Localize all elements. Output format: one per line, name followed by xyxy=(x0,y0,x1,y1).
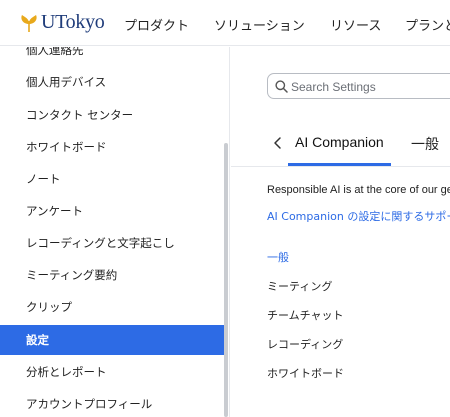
top-nav: プロダクト ソリューション リソース プランと xyxy=(0,15,450,35)
nav-solutions[interactable]: ソリューション xyxy=(214,15,305,34)
sidebar-item-clips[interactable]: クリップ xyxy=(0,292,225,322)
sidebar-item-contact-center[interactable]: コンタクト センター xyxy=(0,100,225,130)
sidebar-item-account-profile[interactable]: アカウントプロフィール xyxy=(0,389,225,417)
tab-general[interactable]: 一般 xyxy=(411,134,439,154)
sidebar-item-personal-devices[interactable]: 個人用デバイス xyxy=(0,67,225,97)
category-recording[interactable]: レコーディング xyxy=(267,336,343,352)
search-input[interactable] xyxy=(291,78,450,95)
sidebar-item-analytics-reports[interactable]: 分析とレポート xyxy=(0,357,225,387)
settings-main: AI Companion 一般 Responsible AI is at the… xyxy=(231,47,450,417)
sidebar-item-settings[interactable]: 設定 xyxy=(0,325,225,355)
sidebar-item-notes[interactable]: ノート xyxy=(0,164,225,194)
tab-ai-companion[interactable]: AI Companion xyxy=(295,134,384,150)
sidebar-item-recording-transcripts[interactable]: レコーディングと文字起こし xyxy=(0,228,225,258)
sidebar-item-meeting-summary[interactable]: ミーティング要約 xyxy=(0,260,225,290)
chevron-left-icon[interactable] xyxy=(271,136,285,150)
category-general[interactable]: 一般 xyxy=(267,249,289,265)
category-meetings[interactable]: ミーティング xyxy=(267,278,332,294)
category-whiteboard[interactable]: ホワイトボード xyxy=(267,365,344,381)
top-header: UTokyo プロダクト ソリューション リソース プランと xyxy=(0,0,450,46)
category-team-chat[interactable]: チームチャット xyxy=(267,307,344,323)
settings-tabs: AI Companion 一般 xyxy=(231,127,450,167)
nav-products[interactable]: プロダクト xyxy=(124,15,189,34)
nav-plans[interactable]: プランと xyxy=(405,15,450,34)
search-box[interactable] xyxy=(267,73,450,99)
settings-sidebar: 個人連絡先 個人用デバイス コンタクト センター ホワイトボード ノート アンケ… xyxy=(0,47,230,417)
ai-companion-help-link[interactable]: AI Companion の設定に関するサポー xyxy=(267,208,450,224)
search-icon xyxy=(275,80,288,93)
sidebar-item-surveys[interactable]: アンケート xyxy=(0,196,225,226)
intro-text: Responsible AI is at the core of our ge xyxy=(267,184,450,196)
active-tab-indicator xyxy=(288,163,391,166)
nav-resources[interactable]: リソース xyxy=(330,15,381,34)
sidebar-scrollbar[interactable] xyxy=(224,143,228,417)
sidebar-item-personal-contacts[interactable]: 個人連絡先 xyxy=(0,47,225,65)
sidebar-item-whiteboard[interactable]: ホワイトボード xyxy=(0,132,225,162)
